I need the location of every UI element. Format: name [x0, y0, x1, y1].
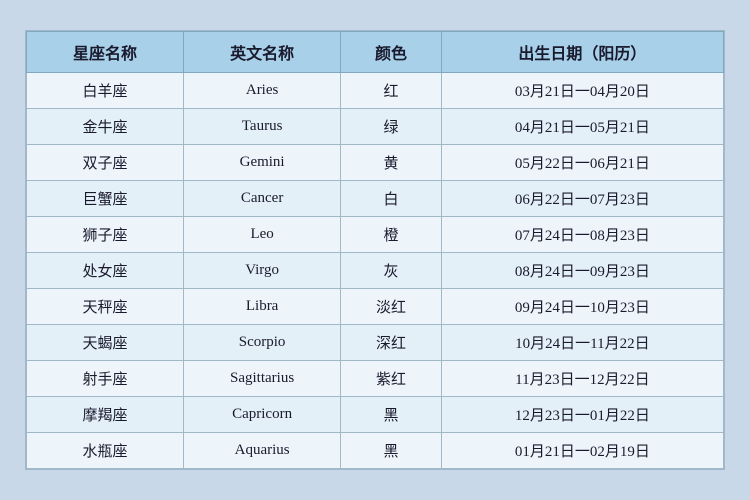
table-row: 天蝎座Scorpio深红10月24日一11月22日: [27, 325, 724, 361]
cell-chinese-name: 处女座: [27, 253, 184, 289]
cell-color: 白: [341, 181, 442, 217]
cell-chinese-name: 狮子座: [27, 217, 184, 253]
table-row: 射手座Sagittarius紫红11月23日一12月22日: [27, 361, 724, 397]
cell-color: 黄: [341, 145, 442, 181]
zodiac-table: 星座名称 英文名称 颜色 出生日期（阳历） 白羊座Aries红03月21日一04…: [26, 31, 724, 469]
cell-color: 淡红: [341, 289, 442, 325]
cell-chinese-name: 摩羯座: [27, 397, 184, 433]
cell-dates: 10月24日一11月22日: [441, 325, 723, 361]
cell-color: 灰: [341, 253, 442, 289]
header-chinese-name: 星座名称: [27, 32, 184, 73]
cell-dates: 12月23日一01月22日: [441, 397, 723, 433]
cell-chinese-name: 天蝎座: [27, 325, 184, 361]
cell-english-name: Gemini: [183, 145, 340, 181]
cell-dates: 01月21日一02月19日: [441, 433, 723, 469]
cell-chinese-name: 白羊座: [27, 73, 184, 109]
cell-english-name: Leo: [183, 217, 340, 253]
zodiac-table-container: 星座名称 英文名称 颜色 出生日期（阳历） 白羊座Aries红03月21日一04…: [25, 30, 725, 470]
cell-dates: 05月22日一06月21日: [441, 145, 723, 181]
cell-color: 绿: [341, 109, 442, 145]
cell-color: 黑: [341, 397, 442, 433]
table-row: 巨蟹座Cancer白06月22日一07月23日: [27, 181, 724, 217]
cell-english-name: Taurus: [183, 109, 340, 145]
cell-dates: 07月24日一08月23日: [441, 217, 723, 253]
header-dates: 出生日期（阳历）: [441, 32, 723, 73]
table-row: 摩羯座Capricorn黑12月23日一01月22日: [27, 397, 724, 433]
header-color: 颜色: [341, 32, 442, 73]
cell-chinese-name: 天秤座: [27, 289, 184, 325]
cell-english-name: Capricorn: [183, 397, 340, 433]
table-body: 白羊座Aries红03月21日一04月20日金牛座Taurus绿04月21日一0…: [27, 73, 724, 469]
cell-dates: 09月24日一10月23日: [441, 289, 723, 325]
cell-dates: 04月21日一05月21日: [441, 109, 723, 145]
cell-dates: 06月22日一07月23日: [441, 181, 723, 217]
cell-english-name: Scorpio: [183, 325, 340, 361]
cell-dates: 11月23日一12月22日: [441, 361, 723, 397]
cell-color: 紫红: [341, 361, 442, 397]
cell-english-name: Aries: [183, 73, 340, 109]
cell-color: 黑: [341, 433, 442, 469]
cell-english-name: Cancer: [183, 181, 340, 217]
cell-chinese-name: 双子座: [27, 145, 184, 181]
cell-color: 橙: [341, 217, 442, 253]
table-row: 双子座Gemini黄05月22日一06月21日: [27, 145, 724, 181]
cell-color: 红: [341, 73, 442, 109]
cell-chinese-name: 金牛座: [27, 109, 184, 145]
cell-chinese-name: 水瓶座: [27, 433, 184, 469]
table-row: 天秤座Libra淡红09月24日一10月23日: [27, 289, 724, 325]
table-header-row: 星座名称 英文名称 颜色 出生日期（阳历）: [27, 32, 724, 73]
table-row: 水瓶座Aquarius黑01月21日一02月19日: [27, 433, 724, 469]
cell-english-name: Virgo: [183, 253, 340, 289]
cell-chinese-name: 射手座: [27, 361, 184, 397]
header-english-name: 英文名称: [183, 32, 340, 73]
cell-dates: 08月24日一09月23日: [441, 253, 723, 289]
table-row: 处女座Virgo灰08月24日一09月23日: [27, 253, 724, 289]
cell-english-name: Libra: [183, 289, 340, 325]
table-row: 金牛座Taurus绿04月21日一05月21日: [27, 109, 724, 145]
cell-english-name: Aquarius: [183, 433, 340, 469]
cell-english-name: Sagittarius: [183, 361, 340, 397]
cell-color: 深红: [341, 325, 442, 361]
cell-dates: 03月21日一04月20日: [441, 73, 723, 109]
table-row: 白羊座Aries红03月21日一04月20日: [27, 73, 724, 109]
table-row: 狮子座Leo橙07月24日一08月23日: [27, 217, 724, 253]
cell-chinese-name: 巨蟹座: [27, 181, 184, 217]
